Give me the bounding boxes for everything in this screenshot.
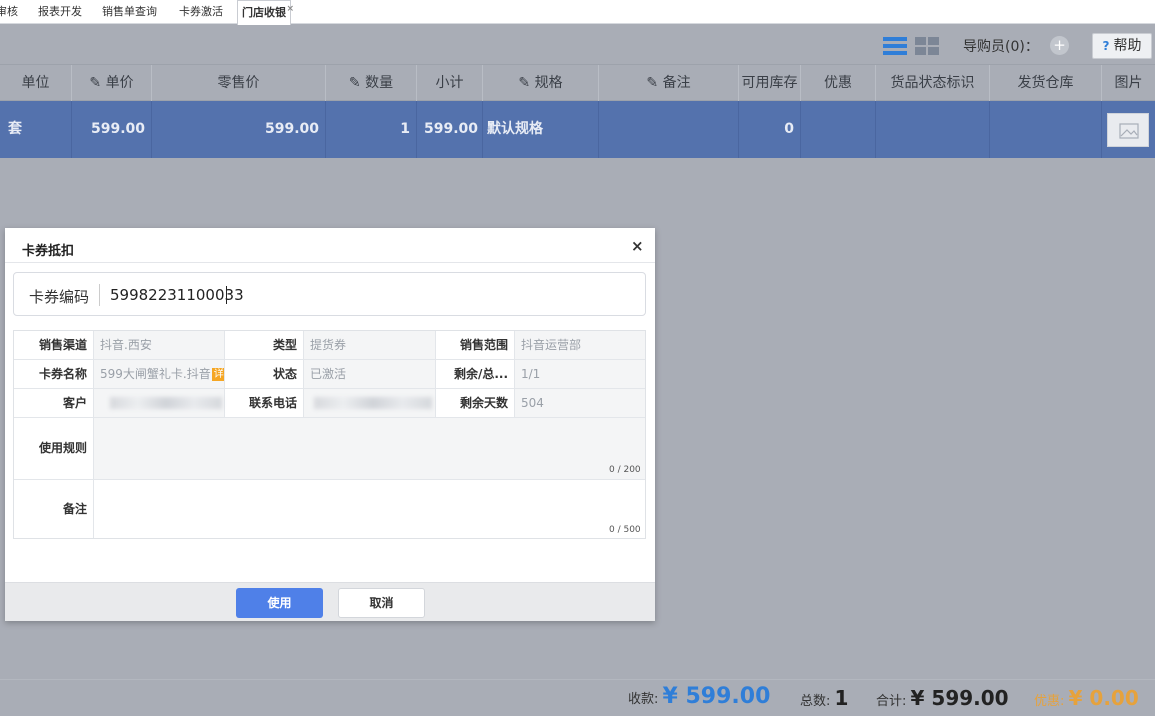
- card-info-grid: 抖音.西安 提货券 抖音运营部 599大闸蟹礼卡.抖音详 已激活 1/1 504…: [13, 330, 646, 539]
- col-warehouse: 发货仓库: [989, 65, 1101, 102]
- phone-label: 联系电话: [248, 396, 297, 410]
- col-unit-price[interactable]: ✎ 单价: [71, 65, 151, 102]
- sum-label: 合计:: [876, 694, 907, 709]
- discount-total: 优惠: ¥ 0.00: [1034, 686, 1139, 710]
- type-value: 提货券: [304, 331, 435, 359]
- tab-review[interactable]: 审核: [0, 0, 22, 24]
- received-value: ¥ 599.00: [662, 684, 771, 709]
- list-view-icon[interactable]: [883, 37, 907, 55]
- rules-label: 使用规则: [38, 441, 87, 455]
- tab-card-activation[interactable]: 卡券激活: [175, 0, 227, 24]
- note-counter: 0 / 500: [609, 525, 641, 535]
- col-subtotal: 小计: [416, 65, 482, 102]
- note-textarea[interactable]: [94, 480, 645, 538]
- help-button[interactable]: ? 帮助: [1092, 33, 1152, 59]
- sum-total: 合计: ¥ 599.00: [876, 686, 1009, 710]
- card-name-text: 599大闸蟹礼卡.抖音: [100, 367, 211, 381]
- col-unit: 单位: [21, 75, 50, 91]
- phone-blurred: [314, 397, 432, 409]
- card-code-box: 卡券编码: [13, 272, 646, 316]
- help-icon: ?: [1102, 39, 1110, 53]
- remain-total-value: 1/1: [515, 360, 645, 388]
- table-row[interactable]: 套 599.00 599.00 1 599.00 默认规格 0: [0, 101, 1155, 158]
- add-guide-icon[interactable]: +: [1050, 36, 1069, 55]
- tab-bar: 审核 报表开发 销售单查询 卡券激活 门店收银 ×: [0, 0, 1155, 25]
- remain-days-label: 剩余天数: [459, 396, 508, 410]
- cell-quantity[interactable]: 1: [325, 101, 416, 158]
- col-stock: 可用库存: [738, 65, 800, 102]
- cell-unit: 套: [8, 121, 22, 137]
- type-label: 类型: [272, 338, 297, 352]
- totals-bar: 收款: ¥ 599.00 总数: 1 合计: ¥ 599.00 优惠: ¥ 0.…: [0, 679, 1155, 716]
- received-label: 收款:: [628, 692, 659, 707]
- cell-discount: [800, 101, 875, 158]
- count-value: 1: [834, 686, 849, 710]
- cell-spec[interactable]: 默认规格: [482, 101, 598, 158]
- help-label: 帮助: [1113, 38, 1142, 54]
- tab-close-icon[interactable]: ×: [286, 0, 294, 21]
- discount-label: 优惠:: [1034, 694, 1065, 709]
- card-name-value: 599大闸蟹礼卡.抖音详: [94, 360, 224, 388]
- cell-subtotal: 599.00: [416, 101, 482, 158]
- remain-days-value: 504: [515, 389, 645, 417]
- col-discount: 优惠: [800, 65, 875, 102]
- dialog-divider: [5, 262, 655, 263]
- card-code-input[interactable]: [110, 281, 630, 309]
- cell-status-tag: [875, 101, 989, 158]
- count-total: 总数: 1: [800, 686, 848, 710]
- customer-blurred: [110, 397, 222, 409]
- sum-value: ¥ 599.00: [910, 686, 1009, 710]
- card-code-separator: [99, 284, 100, 306]
- dialog-footer: 使用 取消: [5, 582, 655, 621]
- remain-total-label: 剩余/总...: [453, 367, 508, 381]
- col-image: 图片: [1101, 65, 1155, 102]
- cell-remark[interactable]: [598, 101, 738, 158]
- tab-report-dev[interactable]: 报表开发: [34, 0, 86, 24]
- channel-label: 销售渠道: [38, 338, 87, 352]
- cancel-button[interactable]: 取消: [338, 588, 425, 618]
- col-remark[interactable]: ✎ 备注: [598, 65, 738, 102]
- count-label: 总数:: [800, 694, 831, 709]
- close-icon[interactable]: ×: [631, 237, 644, 255]
- product-image-placeholder-icon[interactable]: [1107, 113, 1149, 147]
- rules-textarea[interactable]: [94, 418, 645, 479]
- col-quantity[interactable]: ✎ 数量: [325, 65, 416, 102]
- tab-store-checkout[interactable]: 门店收银 ×: [237, 0, 294, 25]
- col-status-tag: 货品状态标识: [875, 65, 989, 102]
- cell-stock: 0: [738, 101, 800, 158]
- table-header: 单位 ✎ 单价 零售价 ✎ 数量 小计 ✎ 规格 ✎ 备注 可用库存 优惠 货品…: [0, 64, 1155, 102]
- customer-label: 客户: [62, 396, 87, 410]
- dialog-title: 卡券抵扣: [22, 244, 75, 259]
- discount-value: ¥ 0.00: [1068, 686, 1139, 710]
- scope-value: 抖音运营部: [515, 331, 645, 359]
- tab-sales-query[interactable]: 销售单查询: [98, 0, 161, 24]
- toolbar: 导购员(0)： + ? 帮助: [0, 24, 1155, 64]
- card-deduction-dialog: 卡券抵扣 × 卡券编码 抖音.西安 提货券 抖音运营部 599大闸蟹礼卡.抖音详…: [5, 228, 655, 621]
- state-label: 状态: [272, 367, 297, 381]
- received-total: 收款: ¥ 599.00: [628, 684, 770, 709]
- detail-tag-button[interactable]: 详: [211, 368, 224, 381]
- grid-view-icon[interactable]: [915, 37, 939, 55]
- col-retail-price: 零售价: [151, 65, 325, 102]
- card-code-label: 卡券编码: [29, 288, 90, 306]
- card-name-label: 卡券名称: [38, 367, 87, 381]
- scope-label: 销售范围: [459, 338, 508, 352]
- text-caret: [226, 286, 227, 304]
- cell-unit-price[interactable]: 599.00: [71, 101, 151, 158]
- shopping-guide-label: 导购员(0)：: [963, 39, 1039, 55]
- cell-retail-price: 599.00: [151, 101, 325, 158]
- note-label: 备注: [62, 502, 87, 516]
- rules-counter: 0 / 200: [609, 465, 641, 475]
- col-spec[interactable]: ✎ 规格: [482, 65, 598, 102]
- tab-label: 门店收银: [242, 6, 286, 19]
- cell-warehouse: [989, 101, 1101, 158]
- use-button[interactable]: 使用: [236, 588, 323, 618]
- state-value: 已激活: [304, 360, 435, 388]
- channel-value: 抖音.西安: [94, 331, 224, 359]
